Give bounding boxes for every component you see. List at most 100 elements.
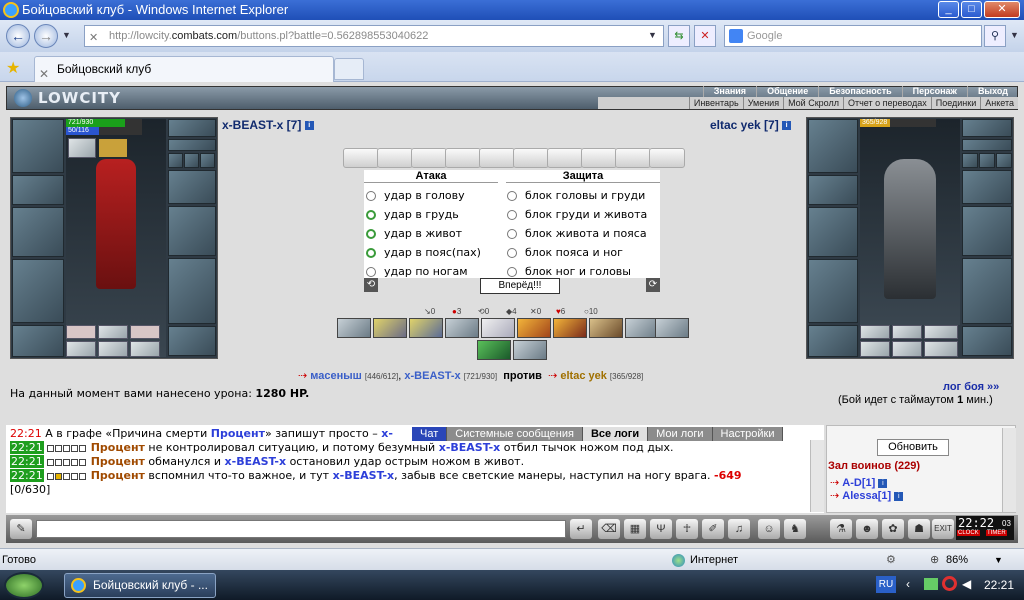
radio-selected-icon[interactable] [366,210,376,220]
log-name[interactable]: x-BEAST-x [333,469,395,482]
p2-boots-slot[interactable] [962,258,1012,324]
p2-ring-slot-3[interactable] [996,153,1012,168]
belt-slot[interactable] [12,325,64,357]
user-info-icon[interactable]: i [894,491,904,501]
new-tab-button[interactable] [334,58,364,80]
side-scrollbar[interactable] [1002,428,1016,512]
tab-system-messages[interactable]: Системные сообщения [447,427,583,441]
skill-icon-1[interactable] [337,318,371,338]
language-indicator[interactable]: RU [876,576,896,593]
friends-icon[interactable]: ☻ [856,519,878,539]
user-item[interactable]: ⇢ A-D[1] i [830,476,903,489]
gloves-slot[interactable] [168,170,216,204]
radio-selected-icon[interactable] [366,248,376,258]
menu-knowledge[interactable]: Знания [702,86,756,97]
search-input[interactable]: Google [724,25,982,47]
log-name[interactable]: x- [381,427,393,440]
attack-head[interactable]: удар в голову [366,186,481,205]
fighter-icon[interactable]: ☥ [676,519,698,539]
p2-potion-slot-3[interactable] [924,325,958,339]
submenu-duels[interactable]: Поединки [930,97,981,109]
network-icon[interactable] [924,578,938,590]
p2-potion-slot-1[interactable] [860,325,890,339]
tab-all-logs[interactable]: Все логи [582,427,649,441]
user-item[interactable]: ⇢ Alessa[1] i [830,489,904,502]
log-name[interactable]: Процент [91,441,145,454]
maximize-button[interactable]: □ [961,1,982,18]
refresh-icon[interactable]: ⇆ [668,25,690,47]
weapon-slot[interactable] [12,207,64,257]
radio-selected-icon[interactable] [366,229,376,239]
filter-icon[interactable]: ▦ [624,519,646,539]
menu-exit[interactable]: Выход [966,86,1018,97]
p2-armor-slot[interactable] [808,259,858,323]
log-name[interactable]: x-BEAST-x [439,441,501,454]
gifts-icon[interactable]: ✿ [882,519,904,539]
spell-scroll-2[interactable] [377,148,413,168]
skill-icon-7[interactable] [553,318,587,338]
p2-scroll-slot-1[interactable] [860,341,890,357]
favorites-star-icon[interactable]: ★ [6,58,20,78]
boots-slot[interactable] [168,258,216,324]
player1-info-icon[interactable]: i [304,121,314,131]
menu-character[interactable]: Персонаж [901,86,967,97]
p2-gloves-slot[interactable] [962,170,1012,204]
tab-active[interactable]: ✕ Бойцовский клуб [34,56,334,82]
tray-expand-icon[interactable]: ‹ [906,577,910,591]
spell-scroll-7[interactable] [547,148,583,168]
log-name[interactable]: Процент [91,469,145,482]
back-button[interactable]: ← [6,24,30,48]
tab-chat[interactable]: Чат [412,427,448,441]
spell-scroll-8[interactable] [581,148,617,168]
skill-icon-5[interactable] [481,318,515,338]
zoom-level[interactable]: 86% [946,549,968,571]
leggings-slot[interactable] [168,326,216,356]
p2-helmet-slot[interactable] [808,119,858,173]
player2-name[interactable]: eltac yek [7] i [710,118,792,132]
submenu-my-scroll[interactable]: Мой Скролл [783,97,843,109]
potion-slot-2[interactable] [98,325,128,339]
team1-member-a[interactable]: масеныш [310,370,362,382]
skill-icon-12[interactable] [513,340,547,360]
ring-slot-1[interactable] [168,153,183,168]
radio-icon[interactable] [366,267,376,277]
submenu-transfers[interactable]: Отчет о переводах [842,97,931,109]
p2-shield-slot[interactable] [962,206,1012,256]
tray-clock[interactable]: 22:21 [984,578,1014,592]
spell-scroll-5[interactable] [479,148,515,168]
protected-mode-icon[interactable]: ⚙ [886,549,896,571]
forward-button[interactable]: Вперёд!!! [480,278,560,294]
chat-input[interactable] [36,520,566,538]
address-bar[interactable]: ✕ http://lowcity.combats.com/buttons.pl?… [84,25,664,47]
scroll-slot-1[interactable] [66,341,96,357]
sound-icon[interactable]: ♫ [728,519,750,539]
potion-slot-3[interactable] [130,325,160,339]
attack-legs[interactable]: удар по ногам [366,262,481,281]
player1-name[interactable]: x-BEAST-x [7] i [222,118,314,132]
close-button[interactable]: ✕ [984,1,1020,18]
pet-slot[interactable] [68,138,96,158]
p2-belt-slot[interactable] [808,325,858,357]
shield-slot[interactable] [168,206,216,256]
menu-communication[interactable]: Общение [756,86,818,97]
opera-icon[interactable] [942,576,957,591]
chat-mode-icon[interactable]: ✎ [10,519,32,539]
quests-icon[interactable]: ☗ [908,519,930,539]
radio-icon[interactable] [507,267,517,277]
potion-slot-1[interactable] [66,325,96,339]
search-options-icon[interactable]: ▼ [1010,30,1019,40]
skill-icon-6[interactable] [517,318,551,338]
send-icon[interactable]: ↵ [570,519,592,539]
p2-potion-slot-2[interactable] [892,325,922,339]
refresh-left-icon[interactable]: ⟲ [364,278,378,292]
amulet-slot[interactable] [168,139,216,151]
clock-label[interactable]: CLOCK [957,530,980,536]
spell-scroll-1[interactable] [343,148,379,168]
volume-icon[interactable]: ◀ [962,577,971,591]
ring-slot-3[interactable] [200,153,215,168]
skill-icon-8[interactable] [589,318,623,338]
spell-scroll-4[interactable] [445,148,481,168]
p2-ring-slot-2[interactable] [979,153,995,168]
edit-icon[interactable]: ✐ [702,519,724,539]
skill-icon-2[interactable] [373,318,407,338]
